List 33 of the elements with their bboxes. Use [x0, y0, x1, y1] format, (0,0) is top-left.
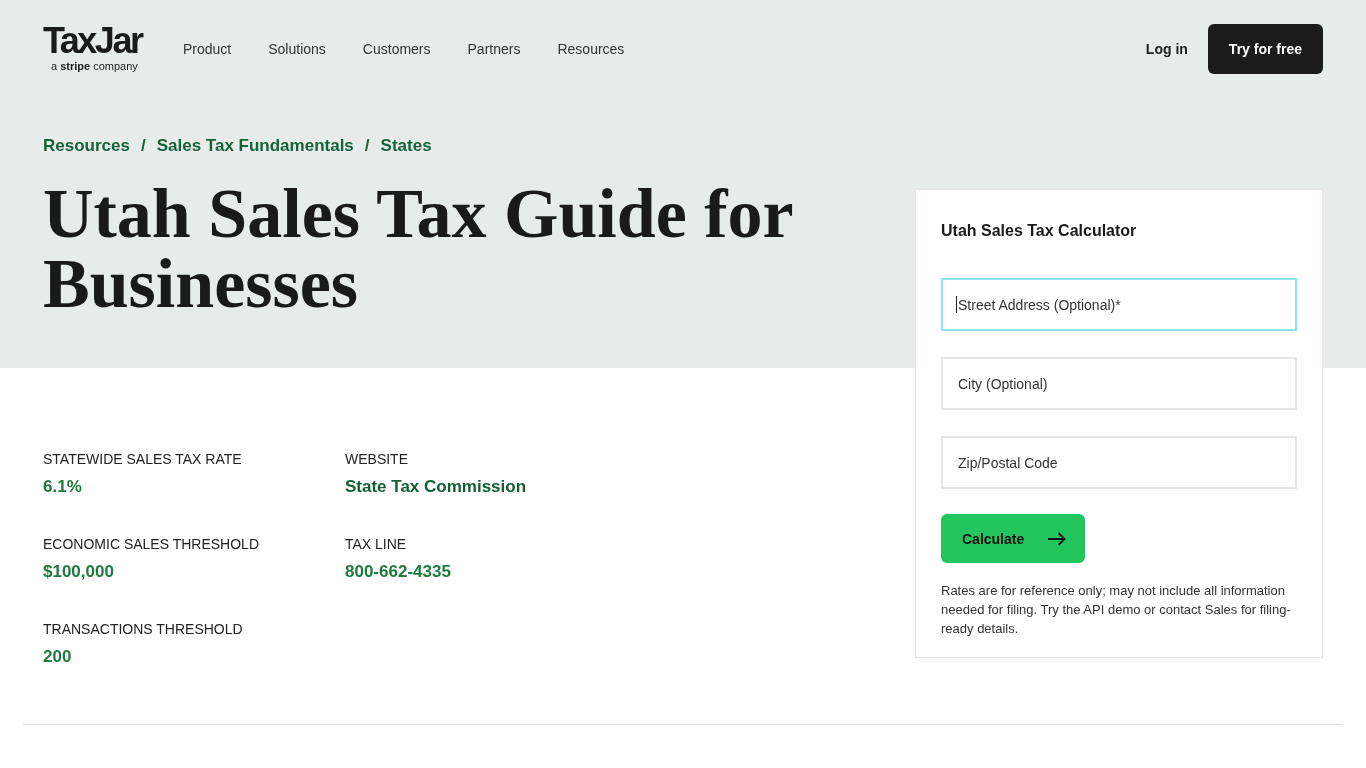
try-for-free-button[interactable]: Try for free: [1207, 24, 1323, 74]
logo-wordmark[interactable]: TaxJar: [43, 25, 142, 57]
breadcrumb-link[interactable]: States: [380, 136, 432, 156]
stat-value: $100,000: [43, 561, 114, 583]
nav-link[interactable]: Solutions: [268, 41, 326, 57]
stat-label: TRANSACTIONS THRESHOLD: [43, 620, 243, 638]
breadcrumb-separator: /: [364, 136, 370, 156]
breadcrumb-link[interactable]: Resources: [43, 136, 130, 156]
nav-link[interactable]: Partners: [467, 41, 521, 57]
breadcrumb-separator: /: [140, 136, 146, 156]
login-link[interactable]: Log in: [1145, 41, 1188, 57]
arrow-right-icon: [1048, 531, 1067, 546]
page-title: Utah Sales Tax Guide for Businesses: [43, 179, 794, 319]
stat-label: WEBSITE: [345, 450, 408, 468]
nav-link[interactable]: Customers: [362, 41, 431, 57]
stat-value: 200: [43, 646, 72, 668]
nav-link[interactable]: Resources: [557, 41, 625, 57]
logo-tagline: a stripe company: [51, 60, 138, 73]
input-field[interactable]: City (Optional): [941, 357, 1297, 410]
calculator-title: Utah Sales Tax Calculator: [941, 222, 1138, 240]
input-field[interactable]: Zip/Postal Code: [941, 436, 1297, 489]
stat-label: TAX LINE: [345, 535, 407, 553]
breadcrumb-link[interactable]: Sales Tax Fundamentals: [156, 136, 354, 156]
stat-label: STATEWIDE SALES TAX RATE: [43, 450, 242, 468]
stat-value: 6.1%: [43, 476, 82, 498]
stat-value: 800-662-4335: [345, 561, 451, 583]
stat-label: ECONOMIC SALES THRESHOLD: [43, 535, 259, 553]
input-field[interactable]: Street Address (Optional)*: [941, 278, 1297, 331]
stat-value-link[interactable]: State Tax Commission: [345, 476, 527, 498]
disclaimer-text: Rates are for reference only; may not include all information needed for filing. Try the API demo or contact Sales for filing-ready details.: [941, 582, 1292, 638]
nav-link[interactable]: Product: [183, 41, 232, 57]
calculate-button[interactable]: Calculate: [941, 514, 1086, 563]
text-cursor-icon: [956, 296, 957, 313]
